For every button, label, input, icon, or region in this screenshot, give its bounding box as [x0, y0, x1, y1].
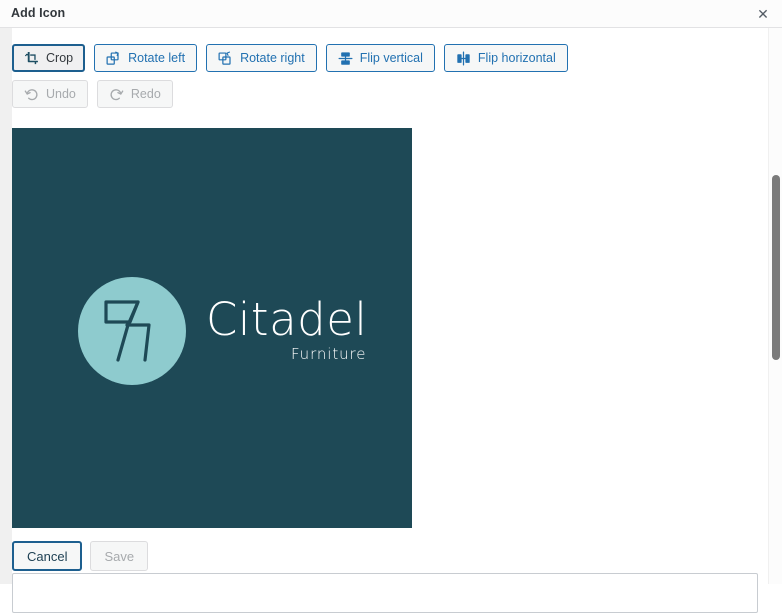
page-gutter: [0, 28, 12, 584]
flip-horizontal-button[interactable]: Flip horizontal: [443, 44, 568, 72]
rotate-left-button-label: Rotate left: [128, 50, 186, 65]
crop-button-label: Crop: [46, 50, 74, 65]
rotate-right-button[interactable]: Rotate right: [206, 44, 317, 72]
flip-horizontal-icon: [456, 51, 471, 66]
flip-vertical-button[interactable]: Flip vertical: [325, 44, 435, 72]
crop-button[interactable]: Crop: [12, 44, 86, 72]
close-icon[interactable]: ✕: [750, 2, 776, 26]
history-toolbar: Undo Redo: [12, 80, 173, 108]
rotate-left-button[interactable]: Rotate left: [94, 44, 198, 72]
flip-vertical-icon: [338, 51, 353, 66]
transform-toolbar: Crop Rotate left Rotate right Flip verti…: [12, 44, 568, 72]
redo-button-label: Redo: [130, 86, 161, 101]
logo-mark-icon: [78, 277, 186, 385]
rotate-right-button-label: Rotate right: [240, 50, 305, 65]
page-title: Add Icon: [11, 6, 66, 20]
brand-logo: Citadel Furniture: [78, 276, 367, 386]
undo-icon: [24, 87, 39, 102]
brand-subtitle: Furniture: [290, 344, 367, 363]
bottom-input-field[interactable]: [12, 573, 758, 613]
scrollbar-track[interactable]: [768, 28, 782, 584]
rotate-left-icon: [106, 51, 121, 66]
cancel-button[interactable]: Cancel: [12, 541, 83, 571]
flip-horizontal-button-label: Flip horizontal: [477, 50, 556, 65]
crop-icon: [24, 51, 39, 66]
redo-icon: [109, 87, 124, 102]
rotate-right-icon: [218, 51, 233, 66]
flip-vertical-button-label: Flip vertical: [359, 50, 423, 65]
dialog-header: Add Icon ✕: [0, 0, 782, 28]
undo-button-label: Undo: [46, 86, 76, 101]
scrollbar-thumb[interactable]: [772, 175, 780, 360]
brand-name: Citadel: [206, 293, 368, 347]
save-button[interactable]: Save: [90, 541, 149, 571]
image-editor-canvas[interactable]: Citadel Furniture: [12, 128, 412, 528]
undo-button[interactable]: Undo: [12, 80, 88, 108]
dialog-body: Crop Rotate left Rotate right Flip verti…: [12, 28, 770, 613]
footer-actions: Cancel Save: [12, 541, 149, 571]
redo-button[interactable]: Redo: [96, 80, 173, 108]
brand-wordmark: Citadel Furniture: [206, 293, 368, 363]
